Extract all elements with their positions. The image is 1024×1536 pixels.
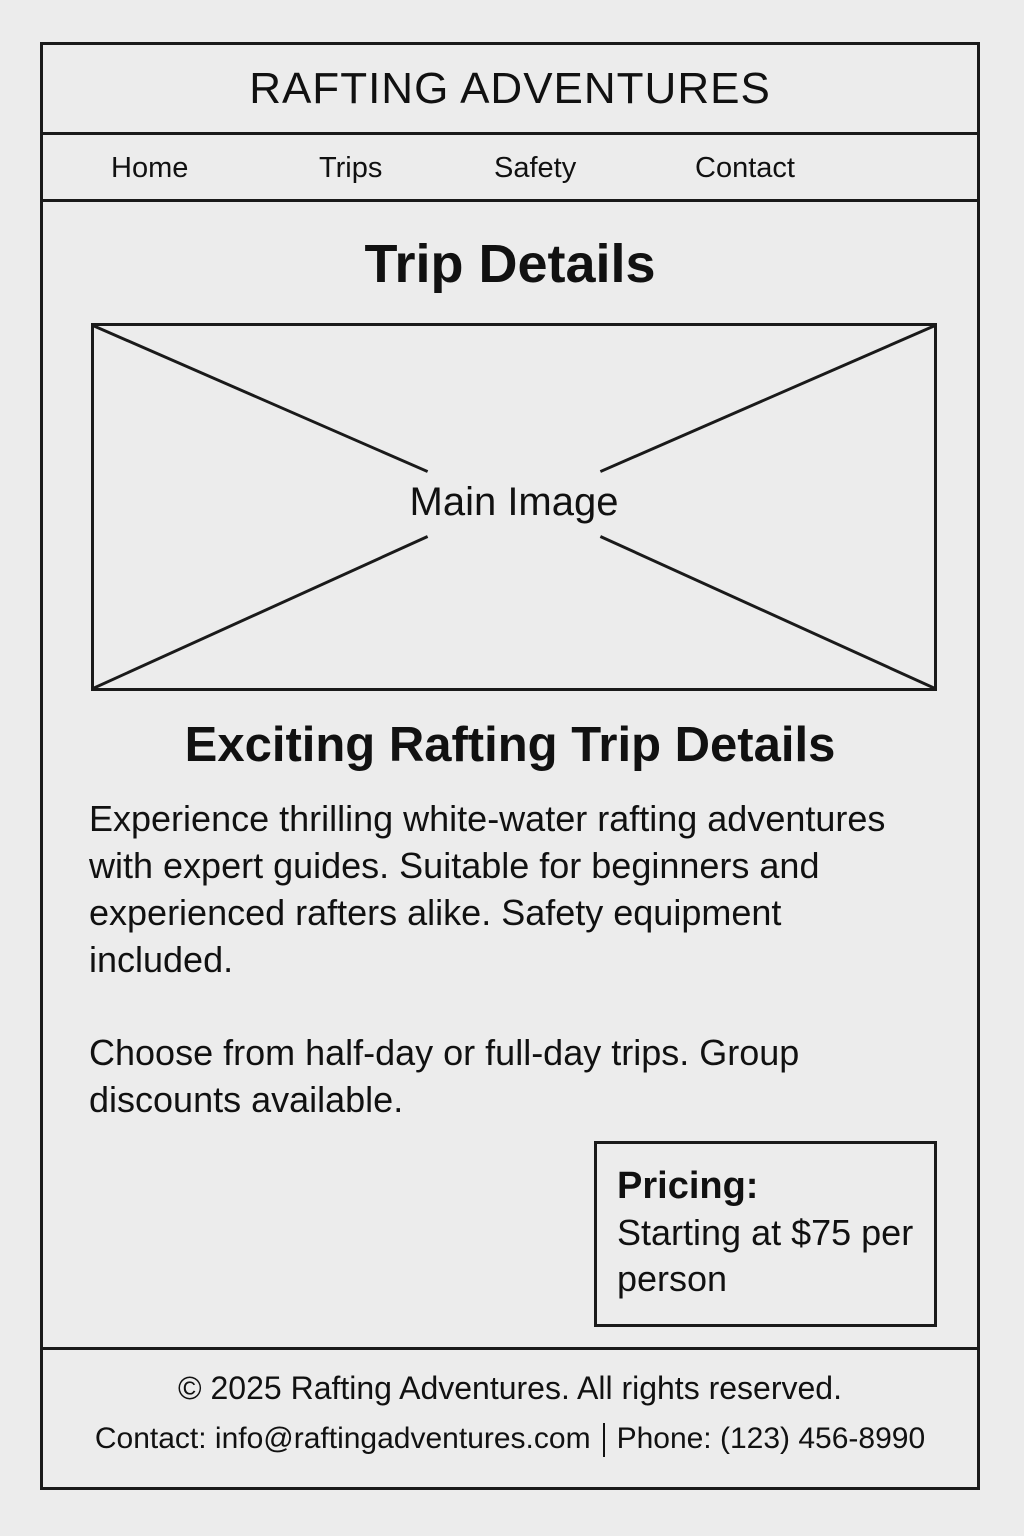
nav-trips-link[interactable]: Trips bbox=[319, 152, 382, 185]
footer-separator bbox=[602, 1423, 605, 1458]
cross-line-bottom-left bbox=[94, 535, 429, 688]
image-placeholder-label: Main Image bbox=[409, 480, 619, 524]
cross-line-top-left bbox=[94, 326, 429, 473]
cross-line-bottom-right bbox=[599, 535, 934, 688]
page-frame: RAFTING ADVENTURES Home Trips Safety Con… bbox=[40, 42, 980, 1490]
main-nav: Home Trips Safety Contact bbox=[43, 135, 977, 202]
pricing-label: Pricing: bbox=[617, 1165, 759, 1207]
site-footer: © 2025 Rafting Adventures. All rights re… bbox=[43, 1347, 977, 1487]
footer-phone[interactable]: Phone: (123) 456-8990 bbox=[617, 1422, 926, 1455]
footer-contact-line: Contact: info@raftingadventures.com Phone… bbox=[43, 1422, 977, 1458]
nav-home-link[interactable]: Home bbox=[111, 152, 188, 185]
trip-description: Experience thrilling white-water rafting… bbox=[89, 798, 886, 980]
section-title: Exciting Rafting Trip Details bbox=[184, 718, 836, 772]
nav-safety-link[interactable]: Safety bbox=[494, 152, 576, 185]
site-title: RAFTING ADVENTURES bbox=[249, 63, 771, 113]
main-image-placeholder: Main Image bbox=[91, 323, 937, 691]
trip-options-text: Choose from half-day or full-day trips. … bbox=[89, 1032, 800, 1120]
site-header: RAFTING ADVENTURES bbox=[43, 45, 977, 135]
cross-line-top-right bbox=[599, 326, 934, 473]
copyright-text: © 2025 Rafting Adventures. All rights re… bbox=[178, 1370, 842, 1406]
pricing-text: Starting at $75 per person bbox=[617, 1212, 914, 1299]
nav-contact-link[interactable]: Contact bbox=[695, 152, 795, 185]
pricing-box: Pricing: Starting at $75 per person bbox=[594, 1141, 937, 1327]
page-title: Trip Details bbox=[364, 234, 656, 294]
footer-email-link[interactable]: Contact: info@raftingadventures.com bbox=[95, 1422, 591, 1455]
